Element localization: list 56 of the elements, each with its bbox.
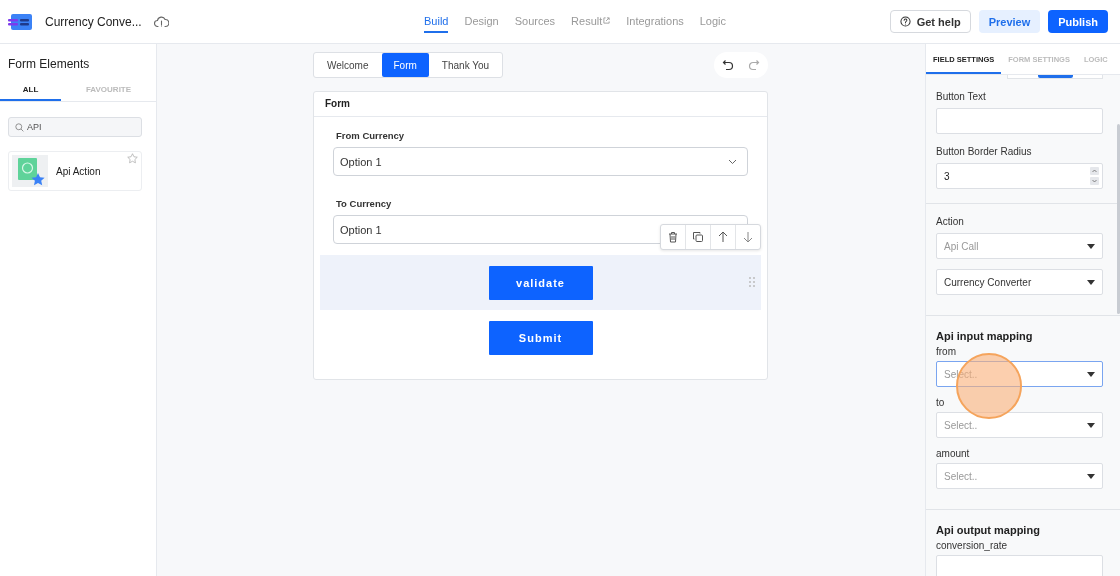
nav-tab[interactable]: Result [571,10,611,33]
chevron-down-icon [728,158,737,165]
help-icon [899,16,911,27]
undo-icon[interactable] [722,59,734,71]
panel-title: Form Elements [7,56,91,73]
dropdown-field[interactable] [936,555,1103,576]
element-label: Api Action [56,165,101,177]
tab[interactable]: ALL [0,79,61,101]
field-label: From Currency [335,129,406,143]
field-label: Button Text [936,91,987,102]
preview-button[interactable]: Preview [978,10,1041,33]
dropdown-field[interactable]: Currency Converter [936,269,1103,295]
field-label: Action [936,216,965,227]
section-heading: Api input mapping [936,330,1034,342]
caret-icon [1087,279,1095,285]
section-heading: Api output mapping [936,524,1041,536]
redo-icon[interactable] [748,59,760,71]
scrollbar[interactable] [1117,124,1120,314]
field-label: Button Border Radius [936,146,1033,157]
form-button[interactable]: Submit [488,320,593,355]
dropdown-field[interactable]: Option 1 [333,147,748,176]
cloud-icon [153,15,169,28]
search-field[interactable]: API [8,117,142,137]
help-button[interactable]: Get help [889,10,971,33]
page-tab[interactable]: Welcome [314,53,382,77]
caret-icon [1087,243,1095,249]
alignment-control[interactable] [1007,75,1103,79]
button-text-field[interactable] [936,108,1103,134]
drag-handle-icon[interactable] [749,277,755,287]
nav-tab[interactable]: Logic [699,10,727,33]
nav-tab[interactable]: Build [424,10,449,33]
element-card[interactable]: Api Action [8,151,142,191]
search-icon [15,122,24,132]
form-title[interactable]: Currency Conve... [45,14,142,29]
number-field[interactable]: 3 [936,163,1103,189]
caret-icon [1087,422,1095,428]
field-label: to [936,397,946,408]
form-button[interactable]: validate [488,265,593,300]
dropdown-field[interactable]: Select.. [936,412,1103,438]
api-element-icon [12,155,48,187]
caret-icon [1087,473,1095,479]
dropdown-field[interactable]: Select.. [936,463,1103,489]
nav-tab[interactable]: Sources [514,10,556,33]
field-label: amount [936,448,971,459]
page-tab[interactable]: Form [381,53,429,77]
field-label: To Currency [335,197,393,211]
field-label: from [936,346,957,357]
form-heading: Form [314,92,767,117]
page-tab[interactable]: Thank You [428,53,503,77]
nav-tab[interactable]: Design [464,10,499,33]
star-icon[interactable] [127,153,138,164]
logo-icon [8,13,32,30]
field-label: conversion_rate [936,540,1009,551]
publish-button[interactable]: Publish [1048,10,1108,33]
nav-tab[interactable]: Integrations [626,10,684,33]
stepper-icon[interactable] [1090,167,1099,185]
